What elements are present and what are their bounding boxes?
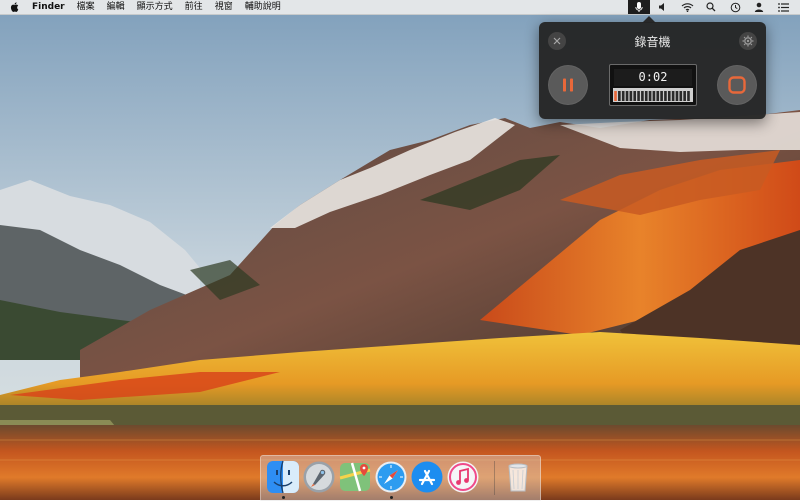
level-segment — [625, 91, 629, 101]
maps-icon[interactable] — [338, 460, 372, 494]
app-store-icon[interactable] — [410, 460, 444, 494]
level-segment — [679, 91, 683, 101]
finder-running-indicator — [282, 496, 285, 499]
level-segment — [629, 91, 633, 101]
level-segment — [675, 91, 679, 101]
wifi-icon[interactable] — [676, 0, 698, 14]
gear-icon[interactable] — [739, 32, 757, 50]
elapsed-time: 0:02 — [614, 69, 692, 86]
level-segment — [641, 91, 644, 101]
user-icon[interactable] — [748, 0, 770, 14]
safari-running-indicator — [390, 496, 393, 499]
menu-view[interactable]: 顯示方式 — [131, 0, 179, 14]
level-segment — [660, 91, 663, 101]
menu-edit[interactable]: 編輯 — [101, 0, 131, 14]
level-segment — [648, 91, 652, 101]
level-segment — [687, 91, 690, 101]
volume-icon[interactable] — [652, 0, 674, 14]
notification-center-icon[interactable] — [772, 0, 794, 14]
level-segment — [637, 91, 640, 101]
pause-button[interactable] — [548, 65, 588, 105]
safari-icon[interactable] — [374, 460, 408, 494]
dock-separator — [494, 461, 495, 495]
dock — [260, 455, 541, 501]
time-machine-icon[interactable] — [724, 0, 746, 14]
recorder-title: 錄音機 — [634, 35, 671, 49]
pause-icon — [563, 78, 573, 92]
menu-go[interactable]: 前往 — [179, 0, 209, 14]
itunes-icon[interactable] — [446, 460, 480, 494]
level-segment — [633, 91, 637, 101]
menu-app-name[interactable]: Finder — [26, 0, 71, 14]
level-segment — [656, 91, 660, 101]
microphone-icon[interactable] — [628, 0, 650, 14]
launchpad-icon[interactable] — [302, 460, 336, 494]
level-segment — [652, 91, 656, 101]
level-segment — [644, 91, 648, 101]
level-segment — [671, 91, 675, 101]
spotlight-search-icon[interactable] — [700, 0, 722, 14]
stop-button[interactable] — [717, 65, 757, 105]
trash-icon[interactable] — [501, 460, 535, 494]
level-segment — [614, 91, 617, 101]
menu-help[interactable]: 輔助說明 — [239, 0, 287, 14]
level-meter — [613, 88, 693, 102]
level-segment — [664, 91, 667, 101]
level-segment — [683, 91, 686, 101]
menu-file[interactable]: 檔案 — [71, 0, 101, 14]
level-segment — [618, 91, 621, 101]
level-segment — [621, 91, 625, 101]
popover-arrow — [642, 16, 656, 23]
apple-logo-icon[interactable] — [0, 2, 26, 12]
menu-window[interactable]: 視窗 — [209, 0, 239, 14]
finder-icon[interactable] — [266, 460, 300, 494]
stop-icon — [728, 76, 746, 94]
voice-recorder-popover: 錄音機 0:02 — [539, 16, 766, 119]
menu-bar: Finder 檔案 編輯 顯示方式 前往 視窗 輔助說明 — [0, 0, 800, 15]
level-segment — [667, 91, 671, 101]
recording-display: 0:02 — [609, 64, 697, 106]
